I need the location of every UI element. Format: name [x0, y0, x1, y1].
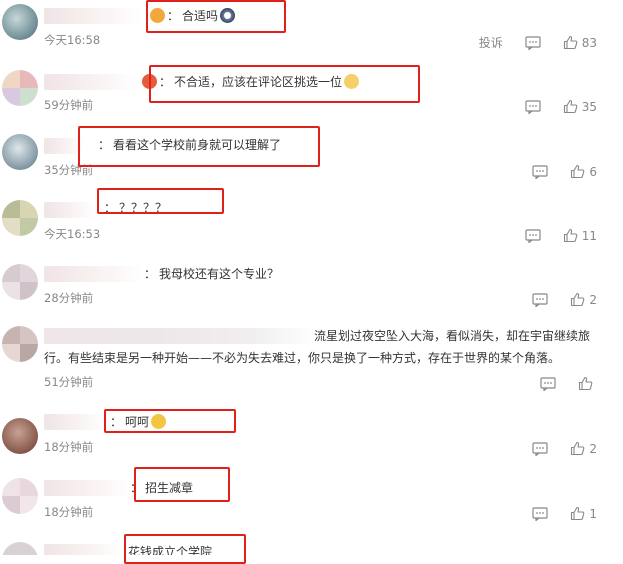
avatar[interactable] [2, 70, 38, 106]
like-button[interactable]: 35 [563, 99, 597, 114]
thumbs-up-icon [578, 376, 593, 391]
username-blurred[interactable] [44, 202, 96, 218]
comment-actions: 35 [525, 99, 597, 114]
comment-actions [540, 376, 597, 391]
comment-time: 51分钟前 [44, 375, 94, 389]
comment-actions: 1 [532, 506, 597, 521]
avatar[interactable] [2, 542, 38, 555]
highlight-box [104, 409, 236, 433]
like-button[interactable]: 2 [570, 292, 597, 307]
reply-icon[interactable] [540, 376, 556, 391]
reply-icon[interactable] [532, 292, 548, 307]
avatar[interactable] [2, 134, 38, 170]
comment-text: ：我母校还有这个专业？ [144, 267, 280, 281]
reply-icon[interactable] [532, 164, 548, 179]
like-count: 1 [589, 506, 597, 521]
reply-icon[interactable] [525, 99, 541, 114]
like-button[interactable]: 83 [563, 35, 597, 50]
thumbs-up-icon [563, 228, 578, 243]
highlight-box [146, 0, 286, 33]
comment-actions: 6 [532, 164, 597, 179]
comment-item: 花钱成立个学院 [0, 528, 623, 555]
comment-time: 今天16:53 [44, 227, 101, 241]
like-button[interactable]: 2 [570, 441, 597, 456]
like-button[interactable]: 11 [563, 228, 597, 243]
like-count: 11 [581, 228, 597, 243]
avatar[interactable] [2, 4, 38, 40]
comment-time: 59分钟前 [44, 98, 94, 112]
avatar[interactable] [2, 264, 38, 300]
comment-time: 28分钟前 [44, 291, 94, 305]
highlight-box [78, 126, 320, 167]
report-button[interactable]: 投诉 [479, 34, 503, 51]
like-count: 2 [589, 441, 597, 456]
like-count: 35 [581, 99, 597, 114]
thumbs-up-icon [570, 164, 585, 179]
like-button[interactable]: 1 [570, 506, 597, 521]
comment-actions: 2 [532, 292, 597, 307]
comment-actions: 2 [532, 441, 597, 456]
thumbs-up-icon [563, 99, 578, 114]
username-blurred[interactable] [44, 414, 106, 430]
comment-item: ：我母校还有这个专业？ 28分钟前 2 [0, 252, 623, 316]
avatar[interactable] [2, 200, 38, 236]
username-blurred[interactable] [44, 480, 130, 496]
reply-icon[interactable] [532, 506, 548, 521]
comment-text: 流星划过夜空坠入大海，看似消失，却在宇宙继续旅 [314, 329, 591, 343]
avatar[interactable] [2, 418, 38, 454]
comment-text-line2: 行。有些结束是另一种开始——不必为失去难过，你只是换了一种方式，存在于世界的某个… [44, 351, 561, 365]
comment-item: ：招生减章 18分钟前 1 [0, 462, 623, 528]
username-blurred[interactable] [44, 8, 144, 24]
comment-item: ：？？？？ 今天16:53 11 [0, 186, 623, 252]
thumbs-up-icon [570, 292, 585, 307]
reply-icon[interactable] [525, 228, 541, 243]
highlight-box [97, 188, 224, 214]
thumbs-up-icon [570, 441, 585, 456]
comment-actions: 投诉 83 [479, 34, 597, 51]
like-count: 2 [589, 292, 597, 307]
comment-item: 流星划过夜空坠入大海，看似消失，却在宇宙继续旅 行。有些结束是另一种开始——不必… [0, 316, 623, 398]
highlight-box [149, 65, 420, 103]
thumbs-up-icon [570, 506, 585, 521]
comment-list: ：合适吗 今天16:58 投诉 83 ：不合适，应该在评论区挑选一位 59分钟前… [0, 0, 623, 564]
thumbs-up-icon [563, 35, 578, 50]
username-blurred[interactable] [44, 328, 314, 344]
comment-item: ：呵呵 18分钟前 2 [0, 398, 623, 462]
like-count: 6 [589, 164, 597, 179]
avatar[interactable] [2, 478, 38, 514]
comment-item: ：合适吗 今天16:58 投诉 83 [0, 0, 623, 62]
like-button[interactable] [578, 376, 597, 391]
comment-time: 今天16:58 [44, 33, 101, 47]
like-button[interactable]: 6 [570, 164, 597, 179]
username-blurred[interactable] [44, 544, 124, 555]
highlight-box [134, 467, 230, 502]
comment-actions: 11 [525, 228, 597, 243]
comment-time: 18分钟前 [44, 440, 94, 454]
reply-icon[interactable] [532, 441, 548, 456]
reply-icon[interactable] [525, 35, 541, 50]
highlight-box [124, 534, 246, 564]
username-blurred[interactable] [44, 266, 144, 282]
comment-time: 18分钟前 [44, 505, 94, 519]
avatar[interactable] [2, 326, 38, 362]
like-count: 83 [581, 35, 597, 50]
username-blurred[interactable] [44, 74, 139, 90]
